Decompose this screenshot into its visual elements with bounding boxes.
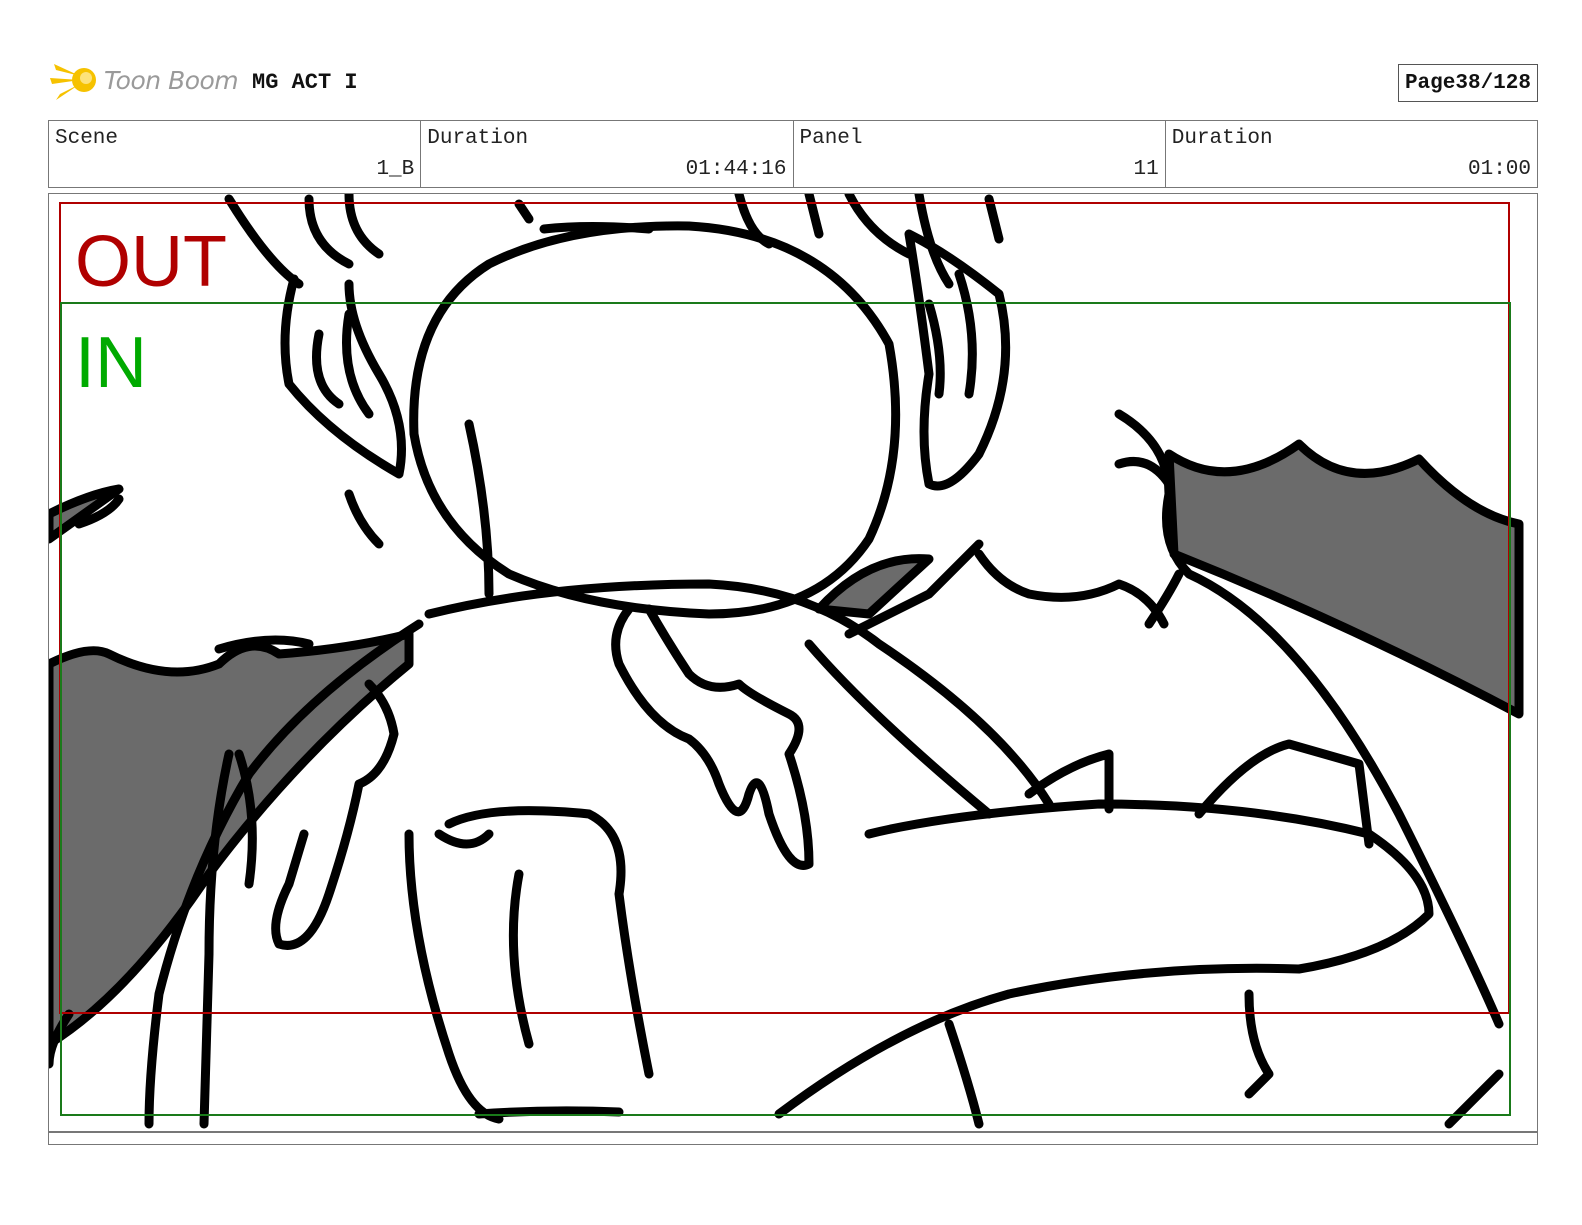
storyboard-panel: OUT IN	[48, 193, 1538, 1133]
panel-value: 11	[1133, 158, 1159, 181]
panel-duration-label: Duration	[1171, 127, 1273, 150]
sketch-drawing	[49, 194, 1524, 1129]
hand-left	[611, 604, 814, 870]
out-frame-label: OUT	[75, 222, 227, 302]
panel-label: Panel	[799, 127, 863, 150]
left-wing-fill	[49, 629, 414, 1049]
in-frame-label: IN	[75, 323, 147, 403]
scene-duration-value: 01:44:16	[685, 158, 787, 181]
belly-left	[404, 806, 654, 1124]
arm-outline	[774, 799, 1434, 1119]
scene-duration-cell: Duration 01:44:16	[421, 121, 794, 187]
panel-duration-cell: Duration 01:00	[1166, 121, 1537, 187]
scene-label: Scene	[55, 127, 119, 150]
page-label: Page	[1404, 71, 1456, 95]
info-bar: Scene 1_B Duration 01:44:16 Panel 11 Dur…	[48, 120, 1538, 188]
page-indicator: Page 38/128	[1397, 64, 1538, 102]
header: Toon Boom MG ACT I Page 38/128	[48, 52, 1538, 112]
scene-duration-label: Duration	[427, 127, 529, 150]
project-title: MG ACT I	[252, 70, 358, 95]
panel-cell: Panel 11	[794, 121, 1166, 187]
notes-bar	[48, 1131, 1538, 1145]
scene-cell: Scene 1_B	[49, 121, 422, 187]
right-wing-fill	[1164, 439, 1524, 719]
panel-duration-value: 01:00	[1467, 158, 1531, 181]
scene-value: 1_B	[376, 158, 415, 181]
page-value: 38/128	[1455, 71, 1531, 95]
toon-boom-logo-icon	[50, 64, 96, 100]
left-ear	[280, 274, 406, 479]
brand-name: Toon Boom	[104, 66, 239, 95]
